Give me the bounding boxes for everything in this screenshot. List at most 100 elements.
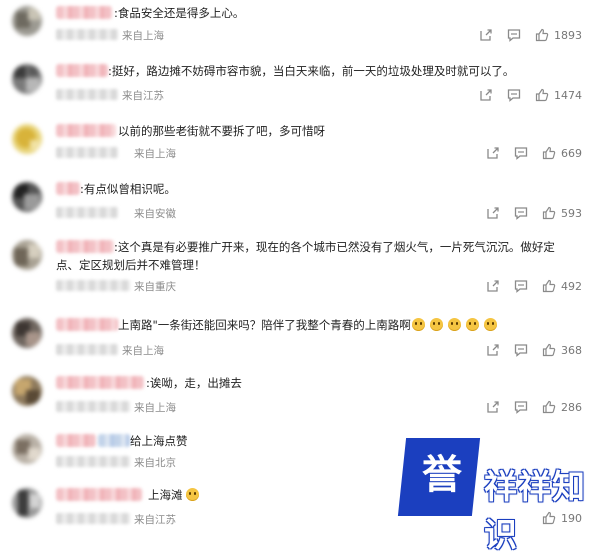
share-button[interactable] (486, 400, 500, 414)
comment-button[interactable] (507, 28, 521, 42)
location-label: 来自江苏 (134, 514, 176, 526)
location-label: 来自上海 (122, 30, 164, 42)
comment-item: :有点似曾相识呢。 来自安徽 593 (0, 178, 600, 228)
comment-feed: :食品安全还是得多上心。 来自上海 1893 :挺好，路边摊不妨碍市容市貌，当白… (0, 0, 600, 554)
share-button[interactable] (486, 206, 500, 220)
like-button[interactable]: 593 (542, 206, 582, 220)
location-label: 来自上海 (134, 148, 176, 160)
watermark-text: 祥祥知识 (484, 467, 586, 554)
username[interactable] (56, 6, 112, 19)
comment-text: 上南路"一条街还能回来吗？陪伴了我整个青春的上南路啊 (118, 316, 560, 334)
comment-button[interactable] (507, 88, 521, 102)
timestamp (56, 513, 130, 524)
location-label: 来自江苏 (122, 90, 164, 102)
timestamp (56, 207, 118, 218)
like-count: 492 (561, 279, 582, 293)
username[interactable] (56, 434, 96, 447)
share-button[interactable] (486, 343, 500, 357)
like-count: 286 (561, 400, 582, 414)
share-icon (487, 280, 499, 292)
grin-emoji-icon (185, 488, 199, 501)
location-label: 来自北京 (134, 457, 176, 469)
like-count: 368 (561, 343, 582, 357)
share-icon (487, 147, 499, 159)
comment-item: :诶呦，走，出摊去 来自上海 286 (0, 372, 600, 424)
timestamp (56, 147, 118, 158)
comment-button[interactable] (514, 400, 528, 414)
crying-emoji-icon (447, 318, 461, 331)
like-icon (542, 343, 556, 357)
username[interactable] (56, 64, 108, 77)
timestamp (56, 89, 118, 100)
like-button[interactable]: 1474 (535, 88, 582, 102)
share-button[interactable] (486, 146, 500, 160)
username[interactable] (56, 182, 80, 195)
share-button[interactable] (486, 279, 500, 293)
avatar[interactable] (12, 6, 42, 36)
timestamp (56, 456, 130, 467)
like-icon (535, 28, 549, 42)
avatar[interactable] (12, 434, 42, 464)
username[interactable] (56, 488, 142, 501)
comment-icon (514, 207, 528, 220)
like-icon (542, 146, 556, 160)
comment-text: :食品安全还是得多上心。 (114, 6, 245, 20)
timestamp (56, 29, 118, 40)
location-label: 来自安徽 (134, 208, 176, 220)
action-bar: 1474 (465, 87, 582, 103)
avatar[interactable] (12, 182, 42, 212)
username[interactable] (56, 376, 144, 389)
comment-button[interactable] (514, 146, 528, 160)
timestamp (56, 401, 130, 412)
comment-button[interactable] (514, 206, 528, 220)
comment-text-content: 上海滩 (148, 488, 183, 502)
comment-icon (514, 280, 528, 293)
like-count: 669 (561, 146, 582, 160)
comment-item: 上南路"一条街还能回来吗？陪伴了我整个青春的上南路啊 来自上海 368 (0, 314, 600, 366)
timestamp (56, 280, 130, 291)
share-icon (480, 89, 492, 101)
like-button[interactable]: 492 (542, 279, 582, 293)
comment-button[interactable] (514, 343, 528, 357)
comment-icon (507, 89, 521, 102)
share-icon (487, 207, 499, 219)
action-bar: 669 (472, 145, 582, 161)
comment-text: :有点似曾相识呢。 (80, 182, 176, 196)
avatar[interactable] (12, 240, 42, 270)
comment-button[interactable] (514, 279, 528, 293)
mention-tag[interactable] (98, 434, 130, 447)
avatar[interactable] (12, 64, 42, 94)
comment-item: 以前的那些老街就不要拆了吧，多可惜呀 来自上海 669 (0, 120, 600, 170)
comment-icon (507, 29, 521, 42)
location-label: 来自重庆 (134, 281, 176, 293)
like-button[interactable]: 1893 (535, 28, 582, 42)
crying-emoji-icon (465, 318, 479, 331)
comment-text: :这个真是有必要推广开来，现在的各个城市已然没有了烟火气，一片死气沉沉。做好定点… (56, 240, 555, 272)
like-count: 1893 (554, 28, 582, 42)
username[interactable] (56, 124, 116, 137)
share-button[interactable] (479, 28, 493, 42)
comment-text-content: 上南路"一条街还能回来吗？陪伴了我整个青春的上南路啊 (118, 318, 411, 332)
avatar[interactable] (12, 376, 42, 406)
avatar[interactable] (12, 124, 42, 154)
like-icon (542, 206, 556, 220)
avatar[interactable] (12, 318, 42, 348)
location-label: 来自上海 (122, 345, 164, 357)
comment-item: :这个真是有必要推广开来，现在的各个城市已然没有了烟火气，一片死气沉沉。做好定点… (0, 236, 600, 304)
username[interactable] (56, 318, 118, 331)
share-button[interactable] (479, 88, 493, 102)
like-button[interactable]: 286 (542, 400, 582, 414)
like-button[interactable]: 669 (542, 146, 582, 160)
comment-text: 以前的那些老街就不要拆了吧，多可惜呀 (118, 124, 325, 138)
watermark-badge-text: 誉 (422, 452, 462, 498)
avatar[interactable] (12, 488, 42, 518)
comment-icon (514, 401, 528, 414)
share-icon (487, 401, 499, 413)
like-button[interactable]: 368 (542, 343, 582, 357)
share-icon (487, 344, 499, 356)
watermark-logo: 誉 祥祥知识 (397, 438, 592, 554)
action-bar: 1893 (465, 27, 582, 43)
location-label: 来自上海 (134, 402, 176, 414)
action-bar: 492 (472, 278, 582, 294)
like-icon (535, 88, 549, 102)
